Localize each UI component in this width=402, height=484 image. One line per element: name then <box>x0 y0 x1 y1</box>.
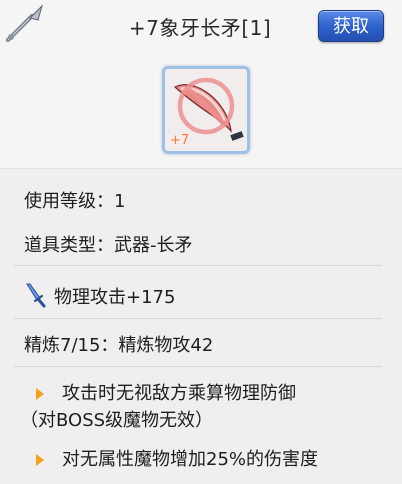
use-level: 使用等级：1 <box>24 191 126 212</box>
sword-icon <box>26 283 46 308</box>
item-slot[interactable]: +7 <box>162 66 250 154</box>
divider <box>14 318 382 319</box>
effect-line: 攻击时无视敌方乘算物理防御 <box>62 383 296 404</box>
physical-attack: 物理攻击+175 <box>54 287 176 308</box>
effect-line: （对BOSS级魔物无效） <box>20 410 214 431</box>
arrow-right-icon <box>36 388 44 400</box>
refine-stat: 精炼7/15：精炼物攻42 <box>24 335 214 356</box>
arrow-right-icon <box>36 454 44 466</box>
item-title: +7象牙长矛[1] <box>128 16 272 40</box>
item-header: +7象牙长矛[1] 获取 +7 <box>0 0 402 168</box>
item-refine-level: +7 <box>170 133 190 148</box>
divider <box>14 366 382 367</box>
spear-icon <box>6 4 44 42</box>
divider <box>14 265 382 266</box>
effect-line: 对无属性魔物增加25%的伤害度 <box>62 449 319 470</box>
get-button[interactable]: 获取 <box>318 10 384 42</box>
item-type: 道具类型：武器-长矛 <box>24 235 193 256</box>
item-details: 使用等级：1 道具类型：武器-长矛 物理攻击+175 精炼7/15：精炼物攻42… <box>0 168 402 484</box>
